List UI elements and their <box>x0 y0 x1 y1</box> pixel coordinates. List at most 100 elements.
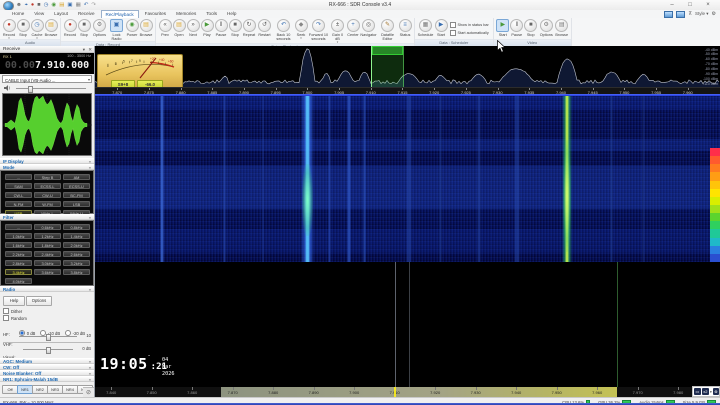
visual-slider-thumb[interactable] <box>46 347 51 354</box>
ribbon-button-record[interactable]: ●Record <box>64 19 77 37</box>
filter-button-4.0khz[interactable]: 4.0kHz <box>5 278 32 284</box>
help-button[interactable]: Help <box>3 296 25 306</box>
ribbon-button-schedule[interactable]: ▦Schedule <box>418 19 434 37</box>
receive-pane-header[interactable]: Receive ▾ ✕ <box>0 46 94 53</box>
ribbon-button-back-10-seconds[interactable]: ↶Back 10 seconds <box>274 19 294 41</box>
random-checkbox[interactable]: Random <box>3 315 27 321</box>
pin-icon[interactable]: ⊼ <box>688 11 692 17</box>
ribbon-checkbox-show-in-status-bar[interactable]: Show in status bar <box>450 22 489 28</box>
filter-button-2.2khz[interactable]: 2.2kHz <box>5 251 32 257</box>
vhf-slider-thumb[interactable] <box>46 334 51 341</box>
ribbon-button-options[interactable]: ⚙Options <box>538 19 554 37</box>
tab-layout[interactable]: Layout <box>50 10 72 18</box>
options-button[interactable]: Options <box>26 296 52 306</box>
ribbon-button-browse[interactable]: ▤Browse <box>45 19 58 37</box>
filter-button-0.6khz[interactable]: 0.6kHz <box>34 224 61 230</box>
mode-button-...[interactable]: ... <box>5 174 32 180</box>
ribbon-button-cache[interactable]: ◷Cache▾ <box>31 19 44 39</box>
lower-waterfall[interactable]: 19:05″:21 04 Mar 2026 <box>95 262 720 387</box>
audio-device-select[interactable]: CABLE Input (VB-Audio ... ▾ <box>2 75 92 83</box>
tab-receive[interactable]: Receive <box>74 10 99 18</box>
ribbon-button-status[interactable]: ≡Status <box>399 19 412 37</box>
waterfall-display[interactable] <box>95 96 720 262</box>
mode-button-step-b[interactable]: Step B <box>34 174 61 180</box>
pane-close-icon[interactable]: ✕ <box>88 46 92 53</box>
ribbon-button-stop[interactable]: ■Stop <box>229 19 242 37</box>
minimize-button[interactable]: – <box>664 1 680 9</box>
mode-button-n-fm[interactable]: N-FM <box>5 201 32 207</box>
tab-rec-playback[interactable]: Rec/Playback <box>101 10 139 18</box>
nr-button-nr1[interactable]: NR1 <box>17 385 33 394</box>
ribbon-button-power[interactable]: ◉Power <box>126 19 139 37</box>
mode-button-cw-u[interactable]: CW-U <box>34 192 61 198</box>
visual-gain-slider[interactable] <box>23 349 73 350</box>
ribbon-button-prev[interactable]: «Prev <box>159 19 172 37</box>
ribbon-button-lock-radio[interactable]: ▣Lock Radio <box>109 19 125 41</box>
window-icon[interactable]: ▭ <box>694 388 701 395</box>
nr-button-nr3[interactable]: NR3 <box>47 385 63 394</box>
filter-button-1.0khz[interactable]: 1.0kHz <box>5 233 32 239</box>
volume-slider[interactable] <box>16 88 86 89</box>
monitor-icon[interactable] <box>664 11 673 18</box>
mode-button-ecss-l[interactable]: ECSS-L <box>34 183 61 189</box>
ribbon-button-next[interactable]: »Next <box>187 19 200 37</box>
style-dropdown[interactable]: Style ▾ <box>695 11 709 17</box>
filter-button-1.8khz[interactable]: 1.8kHz <box>34 242 61 248</box>
mode-button-am[interactable]: AM <box>63 174 90 180</box>
tab-favourites[interactable]: Favourites <box>141 10 170 18</box>
mode-button-bc-fm[interactable]: BC-FM <box>63 192 90 198</box>
tab-tools[interactable]: Tools <box>202 10 221 18</box>
ribbon-button-pause[interactable]: ‖Pause <box>215 19 228 37</box>
band-frequency-scale[interactable]: 7.8407.8507.8607.8707.8807.8907.9007.910… <box>95 387 720 397</box>
ribbon-button-stop[interactable]: ■Stop <box>524 19 537 37</box>
filter-button-1.6khz[interactable]: 1.6kHz <box>5 242 32 248</box>
ribbon-button-start[interactable]: ▶Start <box>496 19 509 37</box>
ribbon-button-datafile-editor[interactable]: ✎Datafile Editor <box>378 19 398 41</box>
dither-checkbox[interactable]: Dither <box>3 308 22 314</box>
ribbon-button-stop[interactable]: ■Stop <box>17 19 30 37</box>
close-icon[interactable]: ⊗ <box>713 388 719 395</box>
filter-button-...[interactable]: ... <box>5 224 32 230</box>
filter-button-3.6khz[interactable]: 3.6kHz <box>34 269 61 275</box>
ribbon-button-open[interactable]: ▤Open <box>173 19 186 37</box>
filter-button-3.2khz[interactable]: 3.2kHz <box>63 260 90 266</box>
section-nr1-ephraim-malah-15db[interactable]: NR1: Ephraim-Malah 15dB» <box>0 376 94 382</box>
filter-button-2.0khz[interactable]: 2.0kHz <box>63 242 90 248</box>
filter-button-2.8khz[interactable]: 2.8kHz <box>5 260 32 266</box>
pane-menu-icon[interactable]: ▾ <box>83 46 85 53</box>
frequency-display[interactable]: 00.007.910.000 <box>0 60 94 71</box>
tab-view[interactable]: View <box>30 10 48 18</box>
filter-button-0.8khz[interactable]: 0.8kHz <box>63 224 90 230</box>
filter-button-1.2khz[interactable]: 1.2kHz <box>34 233 61 239</box>
ribbon-button-start[interactable]: ▶Start <box>435 19 448 37</box>
ribbon-button-pause[interactable]: ‖Pause <box>510 19 523 37</box>
mode-button-ecss-u[interactable]: ECSS-U <box>63 183 90 189</box>
ribbon-button-stop[interactable]: ■Stop <box>78 19 91 37</box>
nr-button-off[interactable]: Off <box>2 385 18 394</box>
ribbon-button-record[interactable]: ●Record▾ <box>3 19 16 39</box>
filter-button-1.4khz[interactable]: 1.4kHz <box>63 233 90 239</box>
zoom-factor-button[interactable]: x2 <box>702 388 709 395</box>
vhf-gain-slider[interactable] <box>19 336 77 337</box>
filter-button-3.8khz[interactable]: 3.8kHz <box>63 269 90 275</box>
ribbon-button-restart[interactable]: ↺Restart <box>257 19 273 37</box>
filter-button-2.6khz[interactable]: 2.6kHz <box>63 251 90 257</box>
close-button[interactable]: × <box>700 1 716 9</box>
spectrum-display[interactable]: -40 dBm-50 dBm-60 dBm-70 dBm-80 dBm-90 d… <box>95 46 720 87</box>
monitor-icon[interactable] <box>676 11 685 18</box>
tab-help[interactable]: Help <box>223 10 240 18</box>
nr-button-nr4[interactable]: NR4 <box>62 385 78 394</box>
ribbon-button-browse[interactable]: ▤Browse <box>140 19 153 37</box>
ribbon-checkbox-start-automatically[interactable]: Start automatically <box>450 30 489 36</box>
ribbon-button-center[interactable]: +Center <box>347 19 360 37</box>
ribbon-button-browse[interactable]: ▤Browse <box>555 19 568 37</box>
ribbon-button-play[interactable]: ▶Play <box>201 19 214 37</box>
ribbon-button-gain-0-db[interactable]: ±Gain 0 dB▾ <box>330 19 346 43</box>
mode-button-w-fm[interactable]: W-FM <box>34 201 61 207</box>
ribbon-button-repeat[interactable]: ↻Repeat <box>243 19 256 37</box>
ribbon-button-navigator[interactable]: ◎Navigator <box>361 19 377 37</box>
nr-button-nr2[interactable]: NR2 <box>32 385 48 394</box>
ribbon-button-seek[interactable]: ◆Seek▾ <box>295 19 308 39</box>
maximize-button[interactable]: □ <box>682 1 698 9</box>
filter-button-3.0khz[interactable]: 3.0kHz <box>34 260 61 266</box>
